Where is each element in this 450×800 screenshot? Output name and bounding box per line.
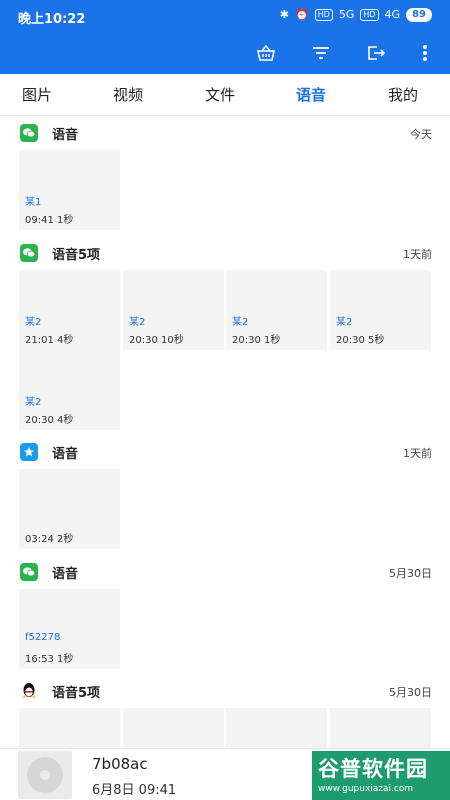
voice-item-meta: 03:24 2秒 bbox=[25, 534, 74, 545]
player-title: 7b08ac bbox=[92, 755, 148, 773]
battery-indicator: 89 bbox=[406, 8, 432, 22]
voice-item[interactable]: 某2 20:30 5秒 bbox=[330, 270, 431, 350]
group-header: 语音5项 1天前 bbox=[0, 236, 450, 270]
group-date: 1天前 bbox=[403, 248, 432, 261]
group-date: 今天 bbox=[410, 128, 432, 141]
qq-icon bbox=[20, 682, 38, 700]
signal-5g-label: 5G bbox=[338, 8, 355, 21]
group-header: 语音 5月30日 bbox=[0, 555, 450, 589]
voice-item[interactable]: 某2 20:30 1秒 bbox=[226, 270, 327, 350]
voice-item[interactable] bbox=[19, 708, 120, 748]
group-title: 语音 bbox=[52, 447, 79, 462]
wechat-icon bbox=[20, 124, 38, 142]
exit-icon[interactable] bbox=[361, 38, 391, 68]
voice-item-meta: 20:30 5秒 bbox=[336, 335, 385, 346]
voice-item-name: 某2 bbox=[336, 317, 353, 328]
voice-item[interactable]: 某1 09:41 1秒 bbox=[19, 150, 120, 230]
filter-icon[interactable] bbox=[306, 38, 336, 68]
group-date: 1天前 bbox=[403, 447, 432, 460]
group-header: 语音 今天 bbox=[0, 116, 450, 150]
category-tabs: 图片 视频 文件 语音 我的 bbox=[0, 74, 450, 116]
more-vert-icon[interactable] bbox=[410, 38, 440, 68]
group-date: 5月30日 bbox=[389, 686, 432, 699]
voice-item-meta: 20:30 1秒 bbox=[232, 335, 281, 346]
voice-item-meta: 09:41 1秒 bbox=[25, 215, 74, 226]
group-title: 语音 bbox=[52, 567, 79, 582]
voice-item-name: 某1 bbox=[25, 197, 42, 208]
group-header: 语音5项 5月30日 bbox=[0, 674, 450, 708]
watermark-logo: 谷普软件园 www.gupuxiazai.com bbox=[312, 751, 450, 800]
basket-icon[interactable] bbox=[251, 38, 281, 68]
disc-icon bbox=[18, 751, 72, 799]
tab-files[interactable]: 文件 bbox=[205, 74, 235, 116]
voice-item-name: 某2 bbox=[25, 317, 42, 328]
voice-item-meta: 20:30 10秒 bbox=[129, 335, 184, 346]
voice-item[interactable] bbox=[123, 708, 224, 748]
signal-4g-label: 4G bbox=[384, 8, 401, 21]
status-time: 晚上10:22 bbox=[18, 12, 86, 27]
watermark-url: www.gupuxiazai.com bbox=[318, 784, 414, 794]
voice-item-name: 某2 bbox=[129, 317, 146, 328]
voice-item-meta: 16:53 1秒 bbox=[25, 654, 74, 665]
hd-badge-2: HD bbox=[360, 9, 379, 21]
voice-item-meta: 21:01 4秒 bbox=[25, 335, 74, 346]
group-title: 语音5项 bbox=[52, 686, 101, 701]
tab-mine[interactable]: 我的 bbox=[388, 74, 418, 116]
voice-item[interactable] bbox=[226, 708, 327, 748]
voice-item-name: 某2 bbox=[25, 397, 42, 408]
wechat-icon bbox=[20, 563, 38, 581]
voice-item[interactable]: 某2 20:30 4秒 bbox=[19, 350, 120, 430]
wechat-icon bbox=[20, 244, 38, 262]
voice-item[interactable]: f52278 16:53 1秒 bbox=[19, 589, 120, 669]
alarm-icon: ⏰ bbox=[294, 8, 309, 21]
group-title: 语音5项 bbox=[52, 248, 101, 263]
status-bar: 晚上10:22 ✱ ⏰ HD 5G HD 4G 89 bbox=[0, 0, 450, 32]
voice-item-name: f52278 bbox=[25, 632, 61, 643]
voice-item-meta: 20:30 4秒 bbox=[25, 415, 74, 426]
bluetooth-icon: ✱ bbox=[279, 8, 289, 21]
voice-item[interactable]: 03:24 2秒 bbox=[19, 469, 120, 549]
tab-images[interactable]: 图片 bbox=[22, 74, 52, 116]
status-icons: ✱ ⏰ HD 5G HD 4G 89 bbox=[280, 8, 432, 22]
star-app-icon bbox=[20, 443, 38, 461]
group-title: 语音 bbox=[52, 128, 79, 143]
voice-item[interactable]: 某2 21:01 4秒 bbox=[19, 270, 120, 350]
tab-voice[interactable]: 语音 bbox=[296, 74, 326, 116]
hd-badge: HD bbox=[314, 9, 333, 21]
voice-item-name: 某2 bbox=[232, 317, 249, 328]
group-header: 语音 1天前 bbox=[0, 435, 450, 469]
app-toolbar bbox=[0, 32, 450, 74]
watermark-title: 谷普软件园 bbox=[318, 757, 428, 781]
tab-videos[interactable]: 视频 bbox=[113, 74, 143, 116]
group-date: 5月30日 bbox=[389, 567, 432, 580]
voice-item[interactable] bbox=[330, 708, 431, 748]
player-date: 6月8日 09:41 bbox=[92, 783, 177, 798]
voice-list[interactable]: 语音 今天 某1 09:41 1秒 语音5项 1天前 某2 21:01 4秒 某… bbox=[0, 116, 450, 748]
voice-item[interactable]: 某2 20:30 10秒 bbox=[123, 270, 224, 350]
